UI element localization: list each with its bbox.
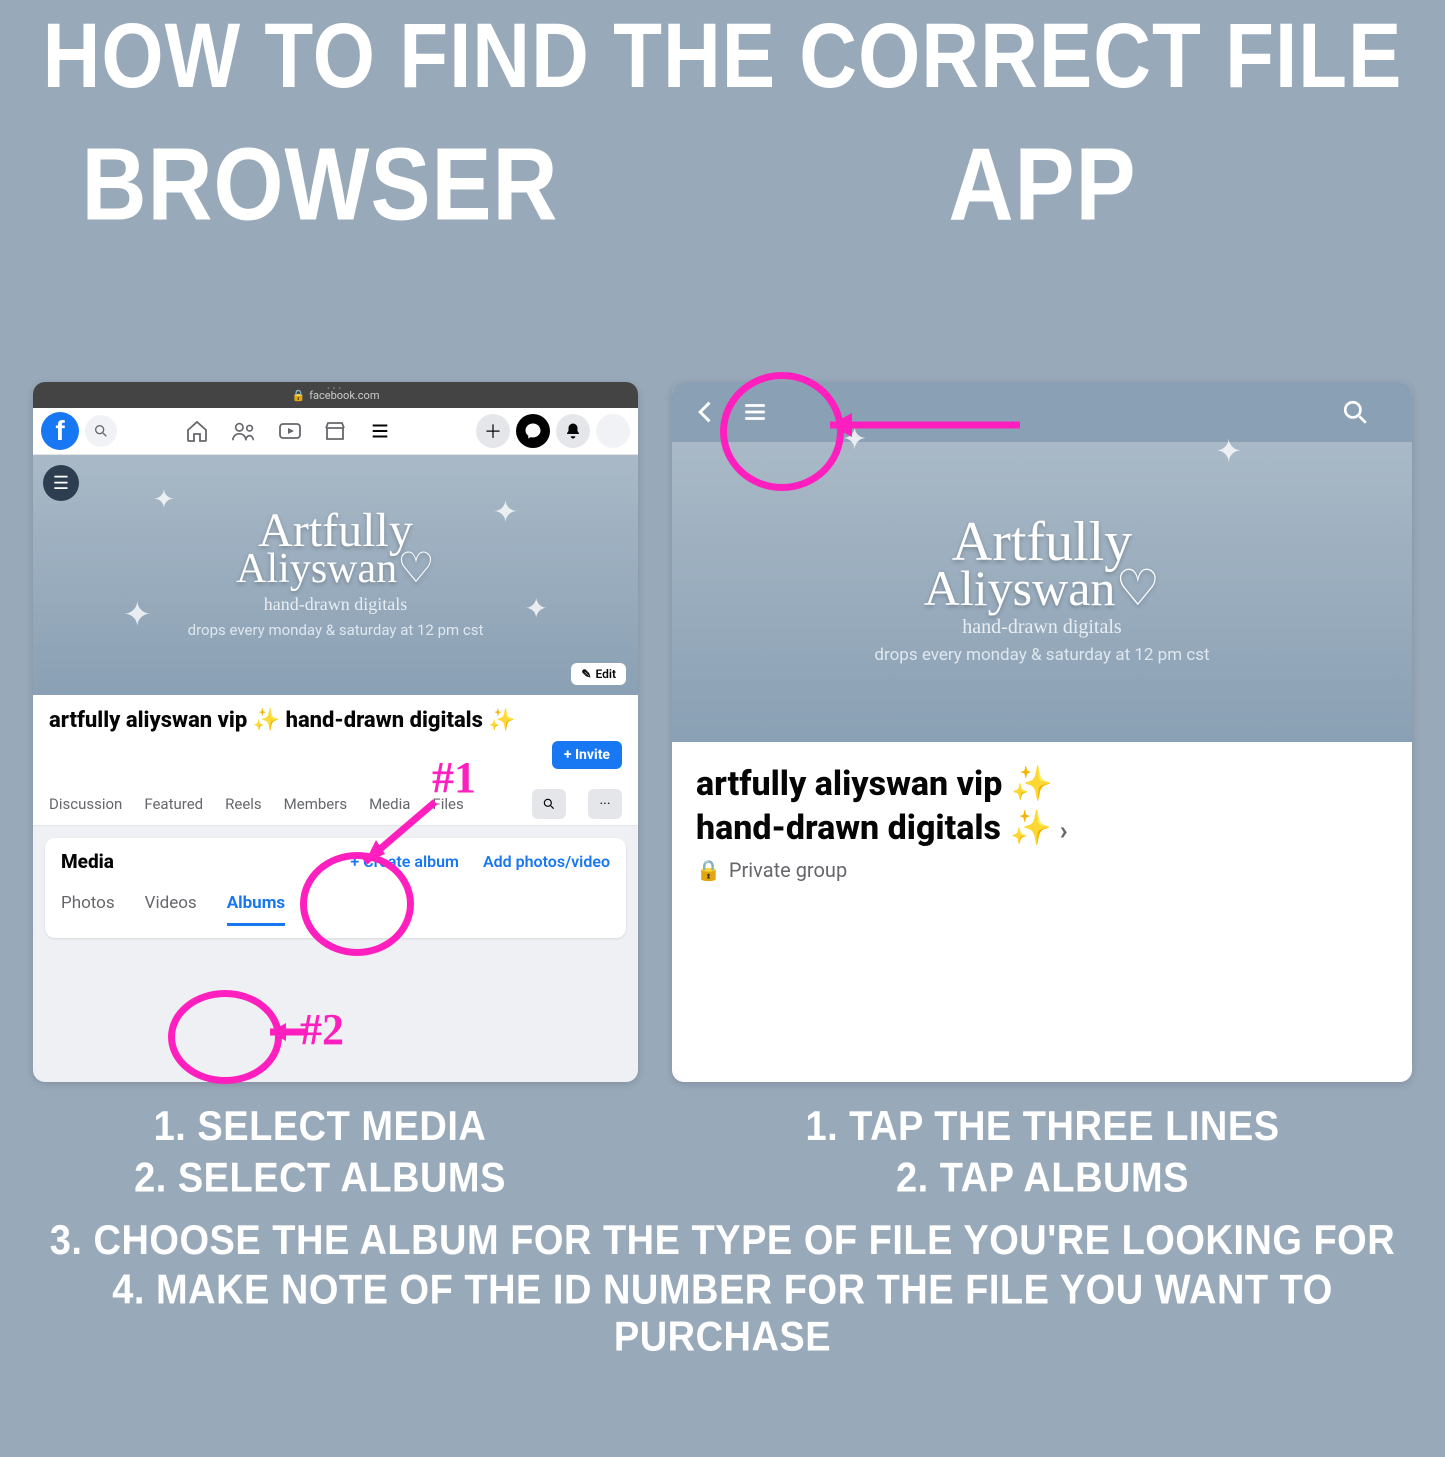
shared-step-4: 4. MAKE NOTE OF THE ID NUMBER FOR THE FI…	[0, 1267, 1445, 1362]
brand-line2: Aliyswan♡	[236, 552, 435, 588]
group-header: artfully aliyswan vip ✨ hand-drawn digit…	[33, 695, 638, 783]
browser-heading: BROWSER	[0, 126, 640, 244]
hamburger-icon[interactable]	[369, 420, 409, 442]
tab-featured[interactable]: Featured	[144, 789, 203, 819]
subtab-photos[interactable]: Photos	[61, 893, 115, 926]
bell-icon[interactable]	[556, 414, 590, 448]
app-group-title: artfully aliyswan vip ✨ hand-drawn digit…	[696, 762, 1388, 850]
profile-avatar[interactable]	[596, 414, 630, 448]
window-dots: •••	[327, 384, 344, 393]
invite-button[interactable]: + Invite	[552, 741, 622, 769]
url-text: facebook.com	[309, 389, 379, 402]
group-cover: ☰ ✦ ✦ ✦ ✦ Artfully Aliyswan♡ hand-drawn …	[33, 455, 638, 695]
search-icon[interactable]	[1342, 399, 1392, 425]
plus-icon[interactable]: ＋	[476, 414, 510, 448]
app-topbar	[672, 382, 1412, 442]
tab-more-icon[interactable]: ···	[588, 789, 622, 819]
subtab-albums[interactable]: Albums	[227, 893, 285, 926]
brand-tagline: hand-drawn digitals	[962, 616, 1121, 639]
app-heading: APP	[640, 126, 1445, 244]
facebook-logo-icon[interactable]: f	[41, 412, 79, 450]
edit-button[interactable]: ✎Edit	[571, 663, 626, 685]
brand-tagline: hand-drawn digitals	[264, 594, 407, 615]
brand-line2: Aliyswan♡	[924, 567, 1160, 610]
search-icon[interactable]	[85, 415, 117, 447]
main-title: HOW TO FIND THE CORRECT FILE	[0, 5, 1445, 106]
watch-icon[interactable]	[277, 419, 317, 443]
lock-icon: 🔒	[292, 389, 306, 402]
browser-url-bar: ••• 🔒facebook.com	[33, 382, 638, 408]
pencil-icon: ✎	[581, 667, 591, 681]
group-tabs: Discussion Featured Reels Members Media …	[33, 783, 638, 826]
tab-members[interactable]: Members	[284, 789, 347, 819]
chevron-right-icon: ›	[1060, 816, 1068, 846]
create-album-link[interactable]: + Create album	[350, 852, 459, 871]
back-icon[interactable]	[692, 398, 742, 426]
tab-reels[interactable]: Reels	[225, 789, 262, 819]
app-screenshot: ✦ ✦ ✦ ✦ Artfully Aliyswan♡ hand-drawn di…	[672, 382, 1412, 1082]
app-cover: ✦ ✦ ✦ ✦ Artfully Aliyswan♡ hand-drawn di…	[672, 442, 1412, 742]
messenger-icon[interactable]	[516, 414, 550, 448]
brand-drops: drops every monday & saturday at 12 pm c…	[874, 645, 1209, 665]
brand-drops: drops every monday & saturday at 12 pm c…	[188, 621, 484, 639]
tab-files[interactable]: Files	[432, 789, 463, 819]
add-photos-link[interactable]: Add photos/video	[483, 852, 610, 871]
app-step-2: 2. TAP ALBUMS	[640, 1155, 1445, 1202]
friends-icon[interactable]	[231, 419, 271, 443]
private-group-label: 🔒 Private group	[696, 858, 1388, 882]
subtab-videos[interactable]: Videos	[145, 893, 197, 926]
browser-step-1: 1. SELECT MEDIA	[0, 1104, 640, 1151]
app-group-header[interactable]: artfully aliyswan vip ✨ hand-drawn digit…	[672, 742, 1412, 902]
tab-media[interactable]: Media	[369, 789, 410, 819]
home-icon[interactable]	[185, 419, 225, 443]
lock-icon: 🔒	[696, 858, 721, 882]
facebook-topbar: f ＋	[33, 408, 638, 455]
browser-step-2: 2. SELECT ALBUMS	[0, 1155, 640, 1202]
browser-screenshot: ••• 🔒facebook.com f ＋	[33, 382, 638, 1082]
marketplace-icon[interactable]	[323, 419, 363, 443]
media-section: Media + Create album Add photos/video Ph…	[45, 838, 626, 938]
app-step-1: 1. TAP THE THREE LINES	[640, 1104, 1445, 1151]
group-title: artfully aliyswan vip ✨ hand-drawn digit…	[49, 707, 622, 735]
media-heading: Media	[61, 850, 114, 873]
group-menu-icon[interactable]: ☰	[43, 465, 79, 501]
tab-search-icon[interactable]	[532, 789, 566, 819]
hamburger-icon[interactable]	[742, 399, 792, 425]
shared-step-3: 3. CHOOSE THE ALBUM FOR THE TYPE OF FILE…	[0, 1218, 1445, 1265]
tab-discussion[interactable]: Discussion	[49, 789, 122, 819]
